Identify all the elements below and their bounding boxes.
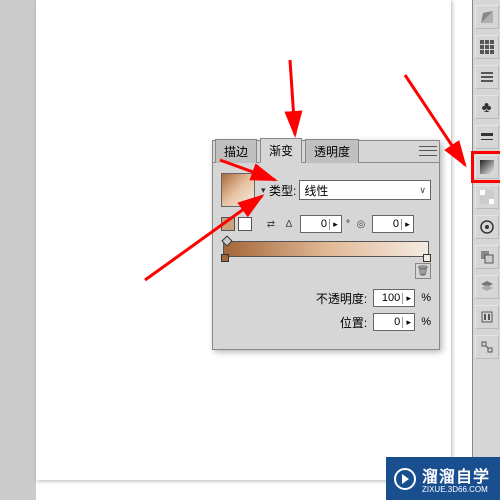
gradient-bar[interactable] [221,241,431,257]
pasteboard [0,0,36,500]
gradient-icon[interactable] [475,155,499,179]
fill-swatch[interactable] [221,217,235,231]
angle-icon: Δ [282,217,296,231]
symbols-icon[interactable]: ♣ [475,95,499,119]
opacity-stepper[interactable]: ▸ [402,293,414,304]
tab-transparency[interactable]: 透明度 [305,139,359,163]
reverse-gradient-icon[interactable]: ⇄ [264,217,278,231]
chevron-down-icon: ∨ [419,185,426,196]
panel-tabs: 描边 渐变 透明度 [213,141,439,163]
color-stop-right[interactable] [423,254,431,262]
links-icon[interactable] [475,335,499,359]
position-input[interactable]: ▸ [373,313,415,331]
transparency-icon[interactable] [475,185,499,209]
angle-field[interactable] [301,218,329,230]
color-stop-left[interactable] [221,254,229,262]
gradient-ramp[interactable] [223,241,429,257]
brushes-icon[interactable] [475,65,499,89]
aspect-input[interactable]: ▸ [372,215,414,233]
watermark-text: 溜溜自学 [422,469,490,486]
panel-menu-icon[interactable] [419,144,437,158]
tab-stroke[interactable]: 描边 [215,139,257,163]
swatches-icon[interactable] [475,35,499,59]
pct-label: % [421,292,431,304]
pct-label-2: % [421,316,431,328]
color-icon[interactable] [475,5,499,29]
graphic-styles-icon[interactable] [475,245,499,269]
appearance-icon[interactable] [475,215,499,239]
gradient-panel: 描边 渐变 透明度 ▾ 类型: 线性 ∨ ⇄ Δ ▸ ° ◎ [212,140,440,350]
type-select[interactable]: 线性 ∨ [299,180,431,200]
watermark: 溜溜自学 ZIXUE.3D66.COM [386,457,500,500]
watermark-sub: ZIXUE.3D66.COM [422,485,490,494]
stroke-icon[interactable] [475,125,499,149]
position-label: 位置: [340,314,367,331]
swatch-menu-icon[interactable]: ▾ [261,185,269,196]
watermark-play-icon [394,468,416,490]
tab-gradient[interactable]: 渐变 [260,138,302,163]
panel-body: ▾ 类型: 线性 ∨ ⇄ Δ ▸ ° ◎ ▸ [213,163,439,349]
actions-icon[interactable] [475,305,499,329]
position-stepper[interactable]: ▸ [402,317,414,328]
delete-stop-icon[interactable]: 🗑 [415,263,431,279]
layers-icon[interactable] [475,275,499,299]
opacity-field[interactable] [374,292,402,304]
aspect-stepper[interactable]: ▸ [401,219,413,230]
sidebar: ♣ [472,0,500,500]
opacity-label: 不透明度: [316,290,367,307]
type-label: 类型: [269,182,296,199]
aspect-icon: ◎ [354,217,368,231]
angle-stepper[interactable]: ▸ [329,219,341,230]
opacity-input[interactable]: ▸ [373,289,415,307]
stroke-swatch[interactable] [238,217,252,231]
degree-label: ° [346,219,350,230]
position-field[interactable] [374,316,402,328]
type-value: 线性 [304,182,328,199]
fill-stroke-toggle[interactable] [221,217,252,231]
gradient-preview-swatch[interactable] [221,173,255,207]
angle-input[interactable]: ▸ [300,215,342,233]
aspect-field[interactable] [373,218,401,230]
